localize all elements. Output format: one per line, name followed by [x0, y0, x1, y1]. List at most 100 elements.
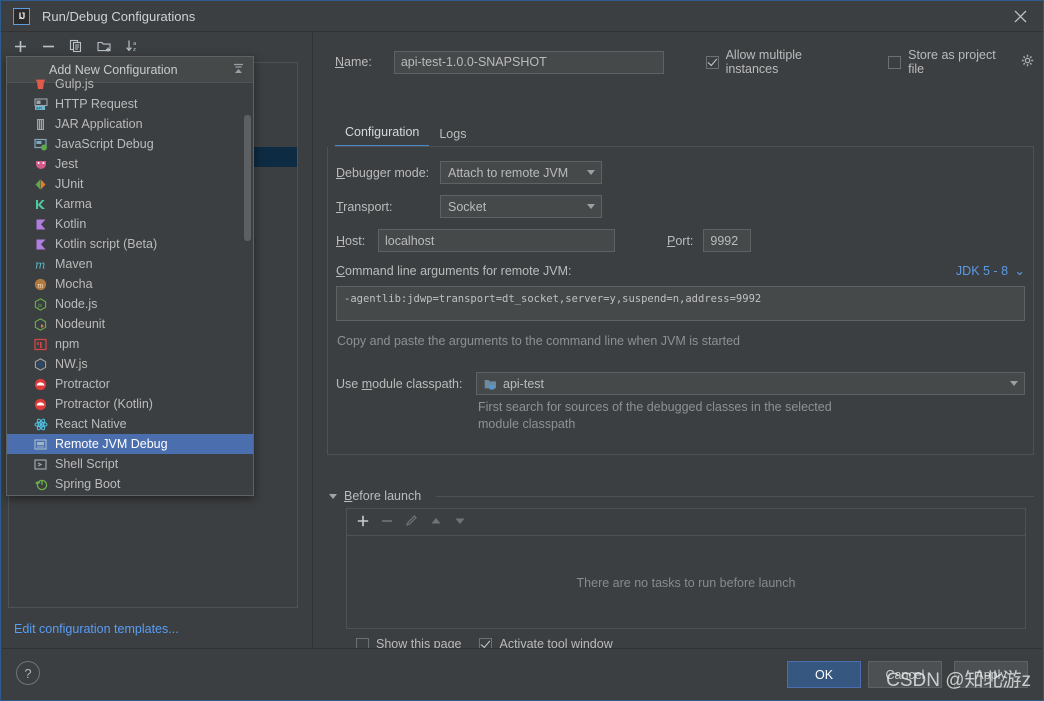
module-classpath-hint-line1: First search for sources of the debugged…: [478, 400, 832, 414]
configuration-type-label: React Native: [55, 417, 127, 431]
configuration-type-item[interactable]: Spring Boot: [7, 474, 253, 494]
configuration-type-item[interactable]: Nodeunit: [7, 314, 253, 334]
debugger-mode-value: Attach to remote JVM: [448, 165, 569, 180]
tab-logs[interactable]: Logs: [429, 127, 476, 147]
configuration-type-label: Kotlin script (Beta): [55, 237, 158, 251]
configuration-type-label: Gulp.js: [55, 77, 94, 91]
ok-button[interactable]: OK: [787, 661, 861, 688]
name-input[interactable]: [393, 50, 664, 74]
configuration-type-label: Shell Script: [55, 457, 119, 471]
window-title: Run/Debug Configurations: [42, 8, 196, 24]
configuration-type-item[interactable]: js Node.js: [7, 294, 253, 314]
remove-task-button: [381, 515, 393, 530]
allow-multiple-instances-checkbox[interactable]: Allow multiple instances: [705, 48, 859, 76]
popup-scrollbar[interactable]: [244, 115, 251, 241]
module-classpath-row: Use module classpath: api-test: [336, 372, 1025, 395]
configuration-type-item[interactable]: Remote JVM Debug: [7, 434, 253, 454]
intellij-logo-icon: IJ: [13, 7, 30, 25]
configuration-type-item[interactable]: Jest: [7, 154, 253, 174]
allow-multiple-instances-label: Allow multiple instances: [725, 48, 802, 76]
host-input[interactable]: [378, 229, 615, 252]
add-new-configuration-popup: Add New Configuration Gulp.js API HTTP Req…: [6, 56, 254, 496]
cancel-button[interactable]: Cancel: [868, 661, 942, 688]
close-icon[interactable]: [997, 1, 1043, 32]
configuration-type-item[interactable]: Karma: [7, 194, 253, 214]
module-icon: [484, 378, 497, 390]
configuration-type-item[interactable]: Protractor (Kotlin): [7, 394, 253, 414]
module-classpath-hint-line2: module classpath: [478, 417, 576, 431]
chevron-down-icon: [329, 493, 337, 499]
configuration-type-item[interactable]: Protractor: [7, 374, 253, 394]
add-configuration-button[interactable]: [8, 35, 32, 57]
dialog-footer: ? OK Cancel Apply: [2, 648, 1042, 699]
transport-select[interactable]: Socket: [440, 195, 602, 218]
configuration-type-item[interactable]: JavaScript Debug: [7, 134, 253, 154]
chevron-down-icon: [581, 196, 601, 217]
titlebar: IJ Run/Debug Configurations: [1, 1, 1043, 32]
configuration-type-item[interactable]: Shell Script: [7, 454, 253, 474]
configuration-type-label: Jest: [55, 157, 78, 171]
transport-value: Socket: [448, 199, 487, 214]
nodejs-icon: js: [33, 297, 48, 312]
port-input[interactable]: [703, 229, 752, 252]
configuration-type-label: Kotlin: [55, 217, 87, 231]
add-task-button[interactable]: [357, 515, 369, 530]
configuration-type-label: npm: [55, 337, 80, 351]
configuration-type-item[interactable]: React Native: [7, 414, 253, 434]
configuration-type-label: Spring Boot: [55, 477, 121, 491]
debugger-mode-select[interactable]: Attach to remote JVM: [440, 161, 602, 184]
sort-configurations-button[interactable]: a z: [120, 35, 144, 57]
store-as-project-file-checkbox[interactable]: Store as project file: [888, 48, 1015, 76]
jdk-version-selector[interactable]: JDK 5 - 8 ⌄: [956, 263, 1025, 278]
svg-text:js: js: [37, 303, 42, 309]
configuration-type-item[interactable]: API HTTP Request: [7, 94, 253, 114]
configuration-type-label: Remote JVM Debug: [55, 437, 168, 451]
chevron-down-icon: [1004, 373, 1024, 394]
new-folder-button[interactable]: [92, 35, 116, 57]
module-classpath-select[interactable]: api-test: [476, 372, 1025, 395]
junit-icon: [33, 177, 48, 192]
configuration-type-item[interactable]: npm: [7, 334, 253, 354]
jdk-version-label: JDK 5 - 8: [955, 264, 1009, 278]
before-launch-divider: [436, 495, 1034, 497]
spring-boot-icon: [33, 477, 48, 492]
kotlin-script-icon: [33, 237, 48, 252]
configuration-type-item[interactable]: Kotlin: [7, 214, 253, 234]
shell-script-icon: [33, 457, 48, 472]
nwjs-icon: [33, 357, 48, 372]
svg-text:z: z: [133, 47, 136, 53]
configuration-type-label: JUnit: [55, 177, 84, 191]
command-line-arguments-field[interactable]: -agentlib:jdwp=transport=dt_socket,serve…: [336, 286, 1025, 321]
configuration-type-item[interactable]: NW.js: [7, 354, 253, 374]
name-row: Name: Allow multiple instances Store as …: [335, 48, 1034, 76]
module-classpath-hint: First search for sources of the debugged…: [478, 399, 918, 433]
maven-icon: m: [33, 257, 48, 272]
configuration-type-item[interactable]: Gulp.js: [7, 74, 253, 94]
configuration-type-label: Protractor (Kotlin): [55, 397, 153, 411]
gulp-icon: [33, 77, 48, 92]
protractor-kotlin-icon: [33, 397, 48, 412]
command-line-hint: Copy and paste the arguments to the comm…: [337, 334, 740, 348]
move-task-down-button: [454, 515, 466, 530]
port-label: Port:: [667, 233, 694, 248]
karma-icon: [33, 197, 48, 212]
svg-text:m: m: [35, 258, 45, 271]
help-button[interactable]: ?: [16, 661, 40, 685]
move-task-up-button: [430, 515, 442, 530]
before-launch-header[interactable]: Before launch: [329, 487, 1034, 505]
copy-configuration-button[interactable]: [64, 35, 88, 57]
configuration-type-item[interactable]: Kotlin script (Beta): [7, 234, 253, 254]
react-native-icon: [33, 417, 48, 432]
configuration-type-list[interactable]: Gulp.js API HTTP Request JAR Application Jav…: [7, 74, 253, 495]
configuration-type-label: NW.js: [55, 357, 88, 371]
apply-button[interactable]: Apply: [954, 661, 1028, 688]
edit-configuration-templates-link[interactable]: Edit configuration templates...: [14, 622, 179, 636]
configuration-type-item[interactable]: JUnit: [7, 174, 253, 194]
gear-icon[interactable]: [1021, 54, 1034, 70]
configuration-type-item[interactable]: JAR Application: [7, 114, 253, 134]
tab-configuration[interactable]: Configuration: [335, 125, 430, 147]
configuration-editor-panel: Name: Allow multiple instances Store as …: [314, 32, 1042, 651]
configuration-type-item[interactable]: m Mocha: [7, 274, 253, 294]
remove-configuration-button[interactable]: [36, 35, 60, 57]
configuration-type-item[interactable]: m Maven: [7, 254, 253, 274]
